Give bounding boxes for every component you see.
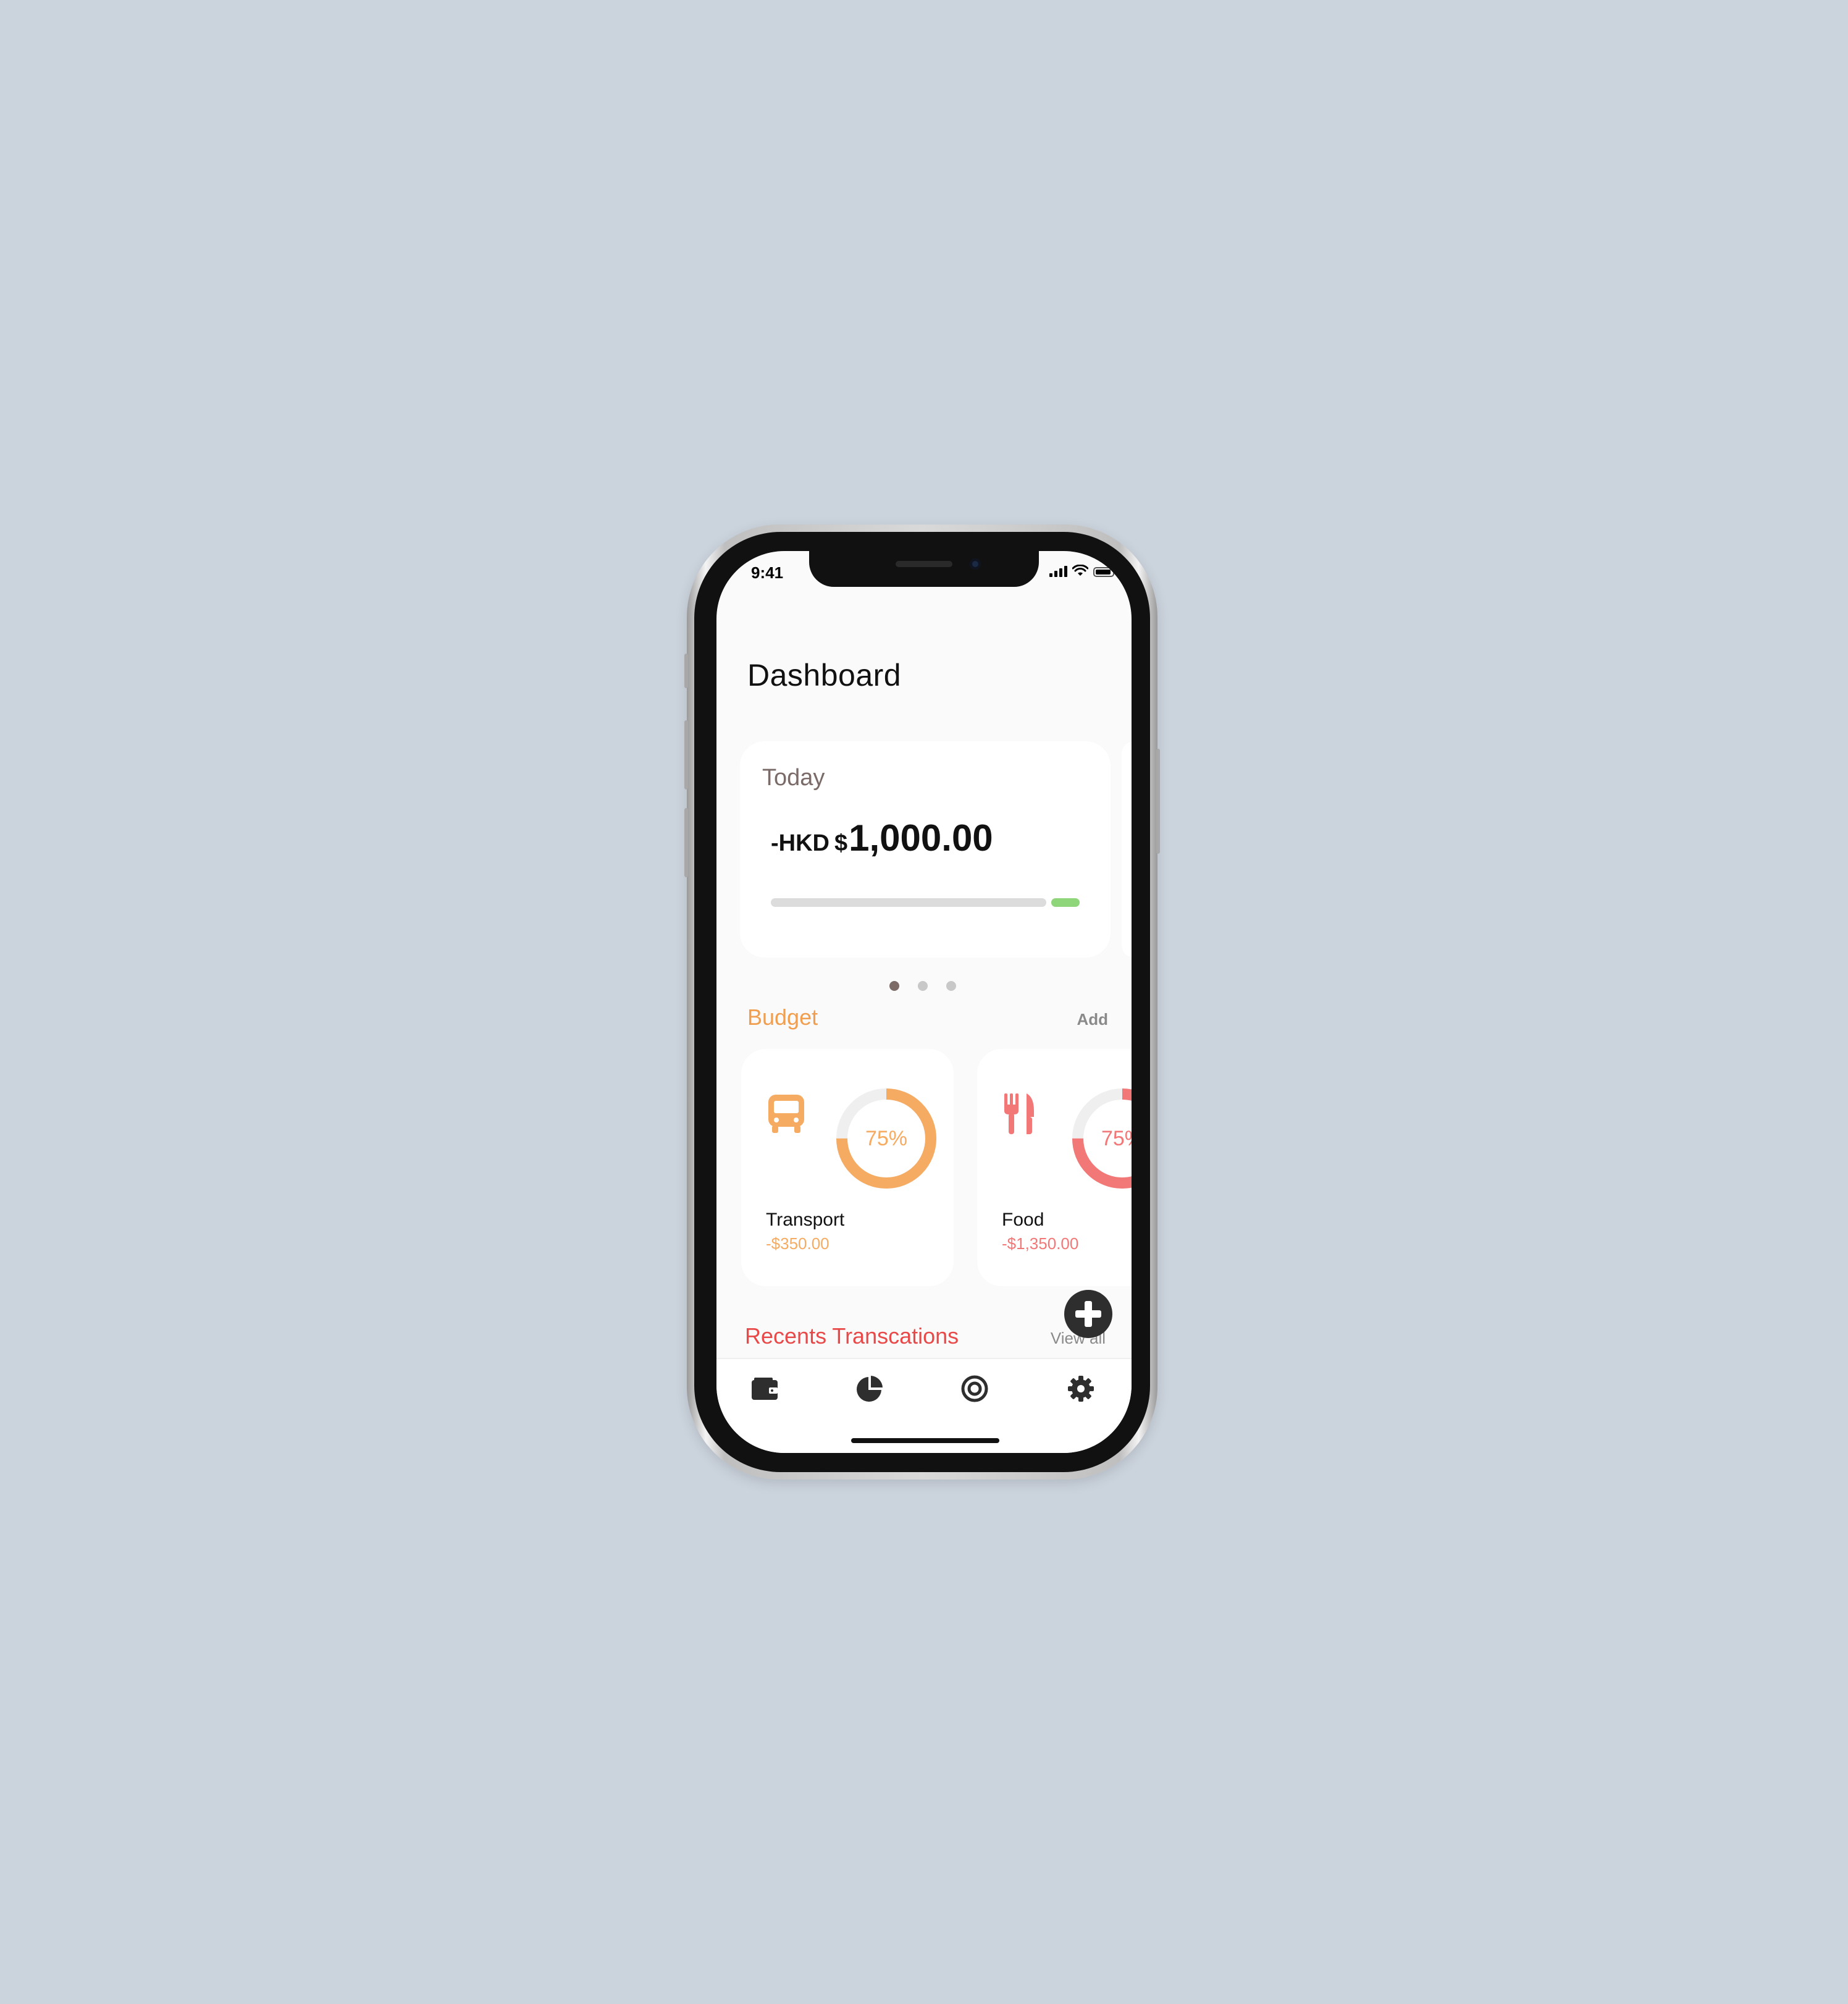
gear-icon [1068,1376,1094,1402]
today-summary-card[interactable]: Today -HKD $ 1,000.00 [740,741,1111,958]
card-pager [889,981,956,991]
recents-header: Recents Transcations View all [745,1323,1106,1349]
add-transaction-button[interactable] [1064,1290,1112,1338]
page-title: Dashboard [747,658,902,693]
pager-dot[interactable] [918,981,928,991]
tab-goals[interactable] [956,1370,993,1407]
budget-name: Transport [766,1210,845,1230]
currency-symbol: $ [834,830,848,856]
spending-progress-fill [1051,898,1080,907]
food-progress-ring: 75% [1072,1088,1132,1189]
add-budget-link[interactable]: Add [1077,1010,1108,1029]
battery-icon [1093,567,1117,577]
recents-title: Recents Transcations [745,1323,959,1349]
target-icon [961,1375,988,1402]
cellular-signal-icon [1049,565,1067,577]
today-amount: -HKD $ 1,000.00 [771,817,993,859]
pie-chart-icon [857,1376,883,1402]
budget-card-transport[interactable]: 75% Transport -$350.00 [741,1049,954,1286]
transport-percent-label: 75% [865,1127,907,1150]
today-label: Today [762,765,825,791]
amount-value: 1,000.00 [849,817,993,859]
mute-switch [684,654,688,688]
transport-progress-ring: 75% [836,1088,936,1189]
notch [809,551,1039,587]
budget-title: Budget [747,1004,818,1030]
fork-knife-icon [1004,1093,1034,1134]
tab-bar [716,1358,1132,1453]
tab-statistics[interactable] [851,1370,888,1407]
wallet-icon [752,1378,778,1400]
volume-down-button [684,808,688,877]
currency-prefix: -HKD [771,830,830,856]
spending-progress-track [771,898,1046,907]
tab-settings[interactable] [1062,1370,1099,1407]
home-indicator [851,1438,999,1443]
budget-name: Food [1002,1210,1044,1230]
budget-card-food[interactable]: 75% Food -$1,350.00 [977,1049,1132,1286]
pager-dot[interactable] [889,981,899,991]
power-button [1156,749,1160,854]
speaker [896,561,952,567]
volume-up-button [684,720,688,789]
budget-amount: -$350.00 [766,1234,830,1253]
bus-icon [768,1095,804,1133]
pager-dot[interactable] [946,981,956,991]
budget-header: Budget Add [747,1004,1108,1030]
app-screen: 9:41 Dashboard Today -HKD $ 1,000.00 Bud… [716,551,1132,1453]
status-time: 9:41 [751,563,784,582]
status-icons [1049,565,1117,577]
wifi-icon [1072,565,1088,576]
food-percent-label: 75% [1101,1127,1132,1150]
front-camera [970,558,981,570]
budget-amount: -$1,350.00 [1002,1234,1079,1253]
tab-wallet[interactable] [746,1370,783,1407]
next-summary-card[interactable] [1122,741,1132,958]
